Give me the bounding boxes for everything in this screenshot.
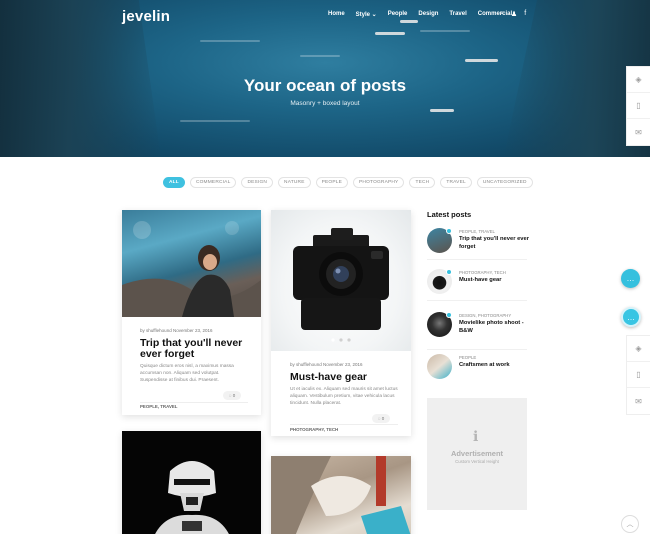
latest-post-badge [446,312,452,318]
latest-post-category[interactable]: PEOPLE, TRAVEL [459,229,495,234]
latest-post-title[interactable]: Craftsmen at work [459,362,531,370]
scroll-to-top-button[interactable]: ︿ [621,515,639,533]
filter-design[interactable]: DESIGN [241,177,274,188]
hero-ship [430,109,454,112]
post-image-art [122,221,261,317]
nav-item-style[interactable]: Style ⌄ [356,11,377,18]
twitter-icon[interactable]: ♟ [511,10,517,18]
clipboard-icon[interactable]: ▯ [627,362,650,388]
latest-post-badge [446,228,452,234]
post-categories[interactable]: PHOTOGRAPHY, TECH [290,427,338,432]
mail-icon[interactable]: ✉ [627,119,650,145]
main-nav: Home Style ⌄ People Design Travel Commer… [328,11,512,18]
chat-icon: … [626,274,635,283]
post-card[interactable] [122,431,261,534]
filter-nature[interactable]: NATURE [278,177,311,188]
latest-post-category[interactable]: PHOTOGRAPHY, TECH [459,270,506,275]
divider [427,300,527,301]
divider [427,349,527,350]
side-toolbar-bottom: ◈ ▯ ✉ [626,335,650,415]
post-image[interactable] [271,456,411,534]
post-excerpt: Quisque dictum eros nisl, a maximus mass… [140,364,234,383]
filter-people[interactable]: PEOPLE [315,177,349,188]
latest-post-badge [446,269,452,275]
ad-title: Advertisement [450,449,504,458]
ad-subtitle: Custom Vertical Height [455,459,499,464]
post-excerpt: Ut et iaculis ex. Aliquam sed mauris sit… [290,387,398,406]
post-image[interactable] [122,431,261,534]
search-icon[interactable]: ⌕ [500,10,504,18]
latest-post-title[interactable]: Trip that you'll never ever forget [459,236,531,251]
filter-commercial[interactable]: COMMERCIAL [189,177,237,188]
latest-post-category[interactable]: PEOPLE [459,355,476,360]
latest-post-category[interactable]: DESIGN, PHOTOGRAPHY [459,313,511,318]
hero-ship [400,20,418,23]
filter-all[interactable]: ALL [163,177,185,188]
hero-ship [465,59,498,62]
nav-item-people[interactable]: People [388,11,408,18]
header-icons: ⌕ ♟ f [500,10,526,18]
craft-image-art [271,456,411,534]
hero-wave [200,40,260,42]
nav-item-home[interactable]: Home [328,11,345,18]
category-filters: ALL COMMERCIAL DESIGN NATURE PEOPLE PHOT… [163,177,533,188]
hero-title: Your ocean of posts [243,76,407,95]
hero-wave [180,120,250,122]
comments-badge[interactable]: ◌ 0 [372,414,390,423]
layers-icon[interactable]: ◈ [627,336,650,362]
clipboard-icon[interactable]: ▯ [627,93,650,119]
post-categories[interactable]: PEOPLE, TRAVEL [140,404,178,409]
comment-count: 0 [381,416,385,421]
site-logo[interactable]: jevelin [122,8,170,25]
latest-post-title[interactable]: Movielike photo shoot - B&W [459,320,531,335]
nav-item-travel[interactable]: Travel [449,11,466,18]
info-icon: ℹ [473,428,479,444]
filter-uncategorized[interactable]: UNCATEGORIZED [476,177,533,188]
camera-image-art [293,228,389,342]
mail-icon[interactable]: ✉ [627,388,650,414]
hero-banner: jevelin Home Style ⌄ People Design Trave… [0,0,650,157]
post-card[interactable] [271,456,411,534]
divider [427,259,527,260]
post-image[interactable] [122,210,261,317]
hero-wave [420,30,470,32]
comment-count: 0 [232,393,236,398]
filter-tech[interactable]: TECH [409,177,436,188]
hero-ship [375,32,405,35]
post-title[interactable]: Must-have gear [290,372,400,383]
comments-badge[interactable]: ◌ 0 [223,391,241,400]
layers-icon[interactable]: ◈ [627,67,650,93]
filter-photography[interactable]: PHOTOGRAPHY [353,177,405,188]
latest-posts-title: Latest posts [427,210,472,219]
divider [290,424,398,425]
facebook-icon[interactable]: f [524,10,526,18]
chat-icon: … [627,312,635,322]
post-meta: by shufflehound November 23, 2016 [140,328,213,333]
latest-post-title[interactable]: Must-have gear [459,277,531,285]
stormtrooper-image-art [155,461,229,534]
post-image[interactable] [271,210,411,351]
filter-travel[interactable]: TRAVEL [440,177,472,188]
post-card[interactable]: by shufflehound November 23, 2016 Trip t… [122,210,261,415]
divider [140,402,248,403]
post-title[interactable]: Trip that you'll never ever forget [140,338,250,360]
nav-item-design[interactable]: Design [418,11,438,18]
post-card[interactable]: by shufflehound November 23, 2016 Must-h… [271,210,411,436]
latest-post-thumb[interactable] [427,354,452,379]
advertisement-box[interactable]: ℹ Advertisement Custom Vertical Height [427,398,527,510]
chat-button[interactable]: … [621,269,640,288]
post-meta: by shufflehound November 23, 2016 [290,362,363,367]
hero-wave [300,55,340,57]
hero-subtitle: Masonry + boxed layout [290,100,360,107]
chat-button-active[interactable]: … [621,307,641,327]
chevron-up-icon: ︿ [626,521,634,528]
side-toolbar-top: ◈ ▯ ✉ [626,66,650,146]
